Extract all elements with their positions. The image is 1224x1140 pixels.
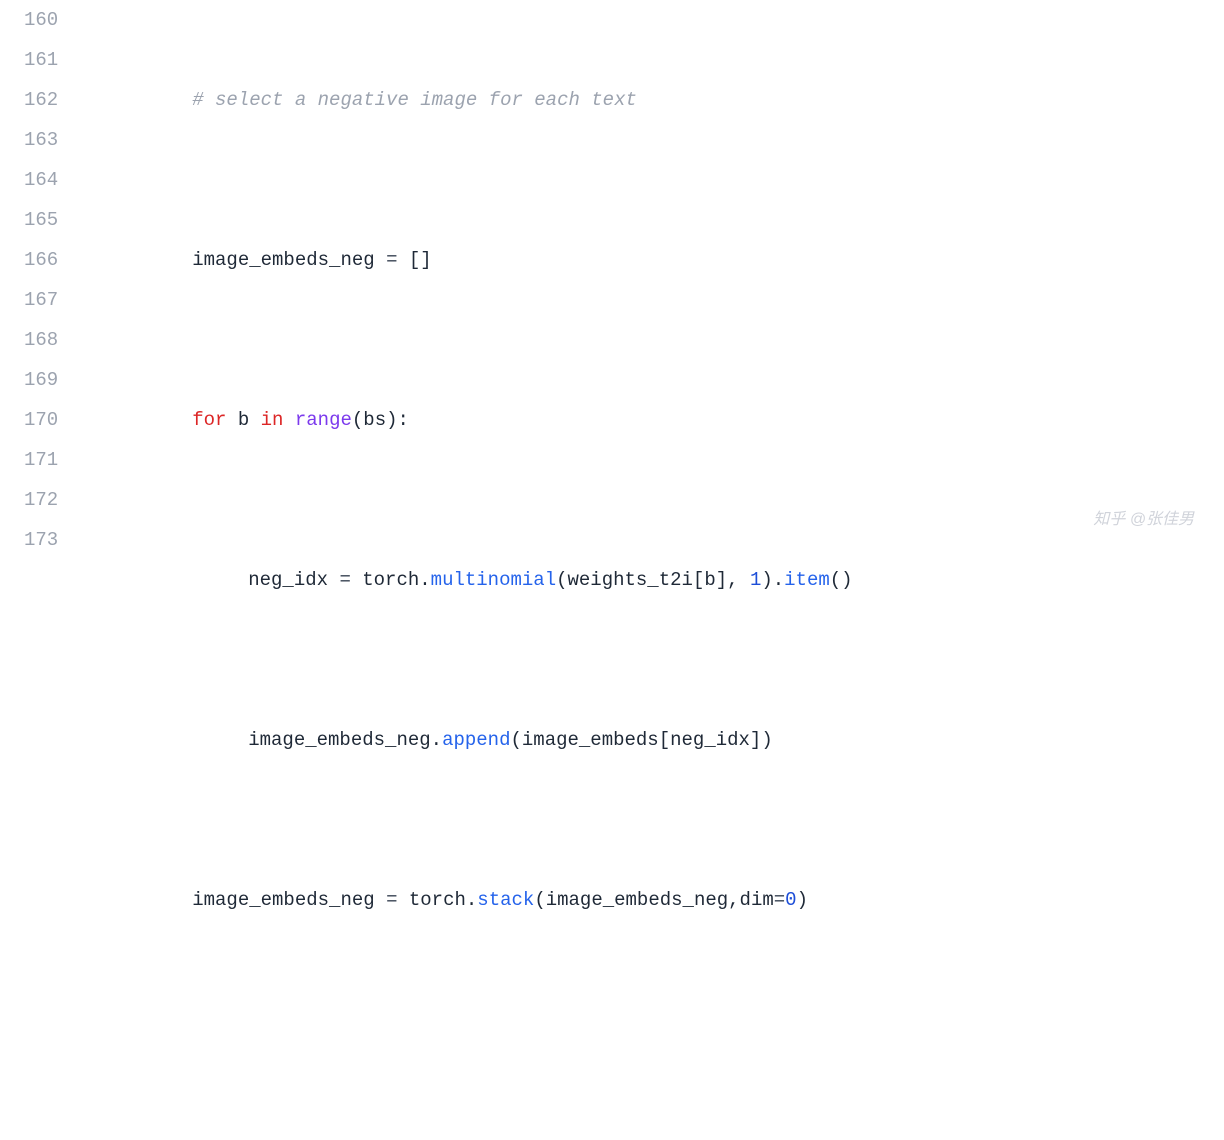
code-token: neg_idx [248,569,339,591]
code-token: = [386,249,397,271]
func-append: append [442,729,510,751]
code-token: (image_embeds_neg,dim [534,889,773,911]
code-area[interactable]: # select a negative image for each text … [82,0,1224,570]
code-token: [] [397,249,431,271]
code-token [249,409,260,431]
line-number: 173 [24,520,58,560]
line-number-gutter: 160 161 162 163 164 165 166 167 168 169 … [0,0,82,570]
line-number: 163 [24,120,58,160]
code-token: = [774,889,785,911]
keyword-for: for [192,409,226,431]
code-line-empty [82,1040,1224,1080]
code-token: () [830,569,853,591]
number-literal: 1 [750,569,761,591]
code-token: (bs): [352,409,409,431]
line-number: 162 [24,80,58,120]
line-number: 169 [24,360,58,400]
line-number: 171 [24,440,58,480]
code-block: 160 161 162 163 164 165 166 167 168 169 … [0,0,1224,570]
code-token: b [238,409,249,431]
code-line: image_embeds_neg = torch.stack(image_emb… [82,880,1224,920]
code-line: for b in range(bs): [82,400,1224,440]
builtin-range: range [295,409,352,431]
code-token: (weights_t2i[b], [556,569,750,591]
code-token: torch. [397,889,477,911]
code-line: image_embeds_neg = [] [82,240,1224,280]
func-multinomial: multinomial [431,569,556,591]
code-line: neg_idx = torch.multinomial(weights_t2i[… [82,560,1224,600]
code-token: ). [761,569,784,591]
code-line: image_embeds_neg.append(image_embeds[neg… [82,720,1224,760]
line-number: 167 [24,280,58,320]
line-number: 165 [24,200,58,240]
number-literal: 0 [785,889,796,911]
keyword-in: in [261,409,284,431]
code-token: torch. [351,569,431,591]
line-number: 168 [24,320,58,360]
code-line: # select a negative image for each text [82,80,1224,120]
line-number: 161 [24,40,58,80]
code-token: (image_embeds[neg_idx]) [510,729,772,751]
func-stack: stack [477,889,534,911]
func-item: item [784,569,830,591]
code-token: = [339,569,350,591]
code-token [283,409,294,431]
comment: # select a negative image for each text [192,89,637,111]
code-token: image_embeds_neg [192,249,386,271]
line-number: 166 [24,240,58,280]
code-token: = [386,889,397,911]
line-number: 164 [24,160,58,200]
code-token: image_embeds_neg. [248,729,442,751]
code-token: image_embeds_neg [192,889,386,911]
code-token: ) [797,889,808,911]
line-number: 160 [24,0,58,40]
code-token [226,409,237,431]
line-number: 172 [24,480,58,520]
line-number: 170 [24,400,58,440]
